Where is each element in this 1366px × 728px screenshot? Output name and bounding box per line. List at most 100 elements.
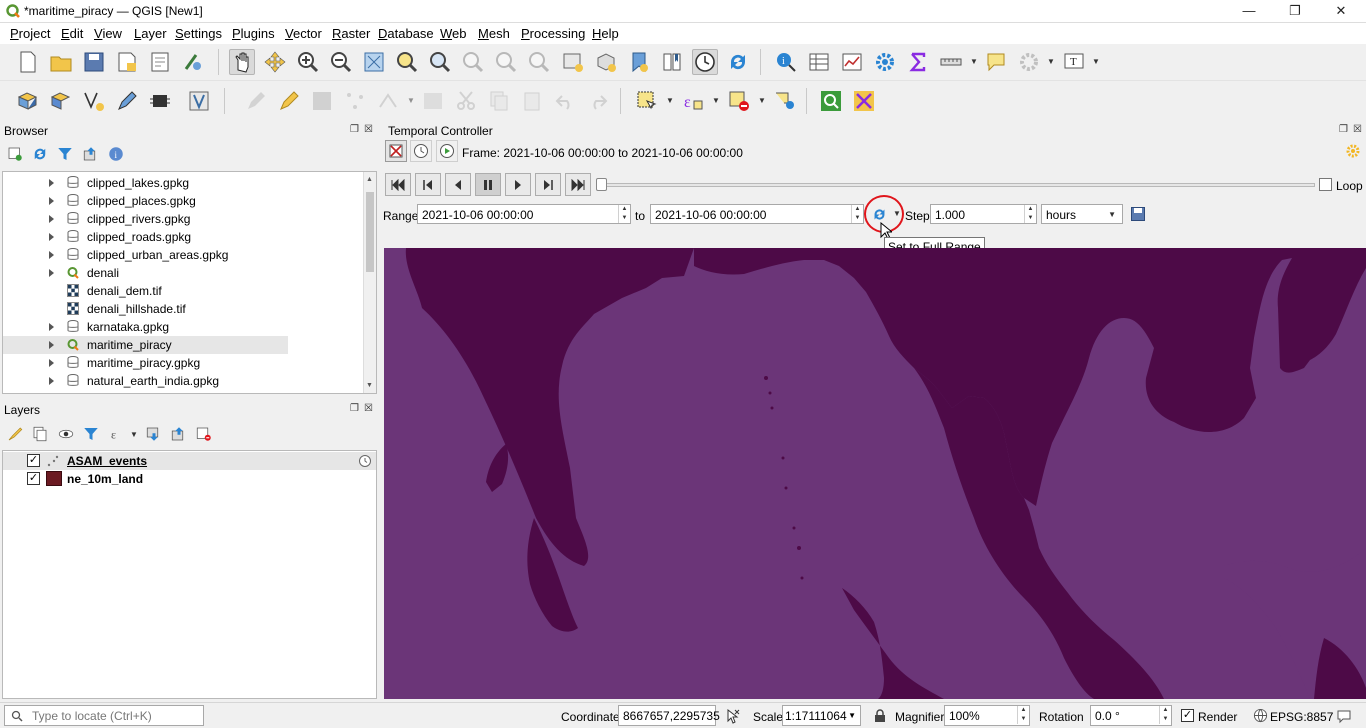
- paste-features-icon[interactable]: [519, 88, 545, 114]
- magnifier-input[interactable]: 100% ▲ ▼: [944, 705, 1030, 726]
- browser-item[interactable]: clipped_places.gpkg: [3, 192, 363, 210]
- zoom-to-selection-icon[interactable]: [394, 49, 420, 75]
- browser-item[interactable]: denali_hillshade.tif: [3, 300, 363, 318]
- text-annotation-icon[interactable]: T: [1061, 49, 1087, 75]
- new-map-view-icon[interactable]: [560, 49, 586, 75]
- print-layout-icon[interactable]: [147, 49, 173, 75]
- menu-mesh[interactable]: Mesh: [478, 26, 510, 41]
- layers-undock-icon[interactable]: ❐: [350, 403, 359, 414]
- range-start-input[interactable]: 2021-10-06 00:00:00 ▲ ▼: [417, 204, 631, 224]
- menu-plugins[interactable]: Plugins: [232, 26, 275, 41]
- statistical-summary-icon[interactable]: [839, 49, 865, 75]
- next-frame-button[interactable]: [535, 173, 561, 196]
- processing-toolbox-icon[interactable]: [818, 88, 844, 114]
- browser-refresh-icon[interactable]: [29, 143, 51, 165]
- menu-layer[interactable]: Layer: [134, 26, 167, 41]
- map-canvas[interactable]: [384, 248, 1366, 699]
- minimize-button[interactable]: —: [1226, 0, 1272, 23]
- collapse-all-icon[interactable]: [80, 143, 102, 165]
- zoom-last-icon[interactable]: [493, 49, 519, 75]
- scale-input[interactable]: 1:17111064 ▼: [782, 705, 861, 726]
- map-tips-icon[interactable]: [983, 49, 1009, 75]
- select-by-location-icon[interactable]: [772, 88, 798, 114]
- crs-globe-icon[interactable]: [1253, 708, 1268, 723]
- zoom-in-icon[interactable]: [295, 49, 321, 75]
- expand-arrow-icon[interactable]: [49, 269, 54, 277]
- mouse-coordinate-toggle-icon[interactable]: [725, 708, 741, 724]
- add-feature-icon[interactable]: [342, 88, 368, 114]
- plugin-tools-icon[interactable]: [851, 88, 877, 114]
- play-backward-button[interactable]: [445, 173, 471, 196]
- expand-arrow-icon[interactable]: [49, 215, 54, 223]
- play-forward-button[interactable]: [505, 173, 531, 196]
- zoom-out-icon[interactable]: [328, 49, 354, 75]
- layer-row-ne-10m-land[interactable]: ✓ ne_10m_land: [3, 470, 376, 488]
- browser-item[interactable]: karnataka.gpkg: [3, 318, 363, 336]
- new-project-icon[interactable]: [15, 49, 41, 75]
- temporal-layer-clock-icon[interactable]: [358, 454, 372, 468]
- skip-to-start-button[interactable]: [385, 173, 411, 196]
- maximize-button[interactable]: ❐: [1272, 0, 1318, 23]
- modify-attributes-icon[interactable]: [420, 88, 446, 114]
- show-bookmarks-icon[interactable]: [659, 49, 685, 75]
- navigation-off-button[interactable]: [385, 140, 407, 162]
- expand-arrow-icon[interactable]: [49, 323, 54, 331]
- properties-info-icon[interactable]: i: [105, 143, 127, 165]
- save-project-icon[interactable]: [81, 49, 107, 75]
- open-project-icon[interactable]: [48, 49, 74, 75]
- add-selected-layers-icon[interactable]: [4, 143, 26, 165]
- sum-icon[interactable]: [905, 49, 931, 75]
- new-3d-view-icon[interactable]: [593, 49, 619, 75]
- temporal-settings-gear-icon[interactable]: [1345, 143, 1361, 159]
- current-edits-icon[interactable]: [243, 88, 269, 114]
- skip-to-end-button[interactable]: [565, 173, 591, 196]
- browser-item[interactable]: maritime_piracy.gpkg: [3, 354, 363, 372]
- select-features-icon[interactable]: [634, 88, 660, 114]
- layer-row-asam-events[interactable]: ✓ ASAM_events: [3, 452, 376, 470]
- menu-help[interactable]: Help: [592, 26, 619, 41]
- zoom-native-icon[interactable]: [460, 49, 486, 75]
- style-manager-icon[interactable]: [180, 49, 206, 75]
- browser-item[interactable]: clipped_urban_areas.gpkg: [3, 246, 363, 264]
- menu-project[interactable]: Project: [10, 26, 50, 41]
- zoom-to-layer-icon[interactable]: [427, 49, 453, 75]
- messages-icon[interactable]: [1336, 708, 1352, 724]
- menu-settings[interactable]: Settings: [175, 26, 222, 41]
- step-input[interactable]: 1.000 ▲ ▼: [930, 204, 1037, 224]
- save-as-icon[interactable]: [114, 49, 140, 75]
- timeline-slider-handle[interactable]: [596, 178, 607, 191]
- copy-features-icon[interactable]: [486, 88, 512, 114]
- manage-themes-icon[interactable]: [55, 423, 77, 445]
- close-button[interactable]: ✕: [1318, 0, 1364, 23]
- browser-scrollbar[interactable]: ▲ ▼: [363, 172, 376, 393]
- fixed-range-button[interactable]: [410, 140, 432, 162]
- timeline-slider[interactable]: [601, 183, 1315, 187]
- new-geopackage-icon[interactable]: [48, 88, 74, 114]
- settings-gear-icon[interactable]: [872, 49, 898, 75]
- expand-arrow-icon[interactable]: [49, 179, 54, 187]
- pan-to-selection-icon[interactable]: [262, 49, 288, 75]
- redo-icon[interactable]: [585, 88, 611, 114]
- refresh-icon[interactable]: [725, 49, 751, 75]
- expand-arrow-icon[interactable]: [49, 251, 54, 259]
- save-edits-icon[interactable]: [309, 88, 335, 114]
- identify-features-icon[interactable]: i: [773, 49, 799, 75]
- zoom-full-icon[interactable]: [361, 49, 387, 75]
- menu-web[interactable]: Web: [440, 26, 467, 41]
- annotation-gear-icon[interactable]: [1016, 49, 1042, 75]
- browser-close-icon[interactable]: ☒: [364, 124, 373, 135]
- layers-filter-icon[interactable]: [80, 423, 102, 445]
- coordinate-input[interactable]: 8667657,2295735: [618, 705, 720, 726]
- filter-by-expression-icon[interactable]: ε: [106, 423, 128, 445]
- step-unit-select[interactable]: hours ▼: [1041, 204, 1123, 224]
- gps-icon[interactable]: [147, 88, 173, 114]
- menu-database[interactable]: Database: [378, 26, 434, 41]
- browser-item[interactable]: clipped_roads.gpkg: [3, 228, 363, 246]
- select-by-expression-icon[interactable]: ε: [680, 88, 706, 114]
- browser-item[interactable]: denali_dem.tif: [3, 282, 363, 300]
- temporal-controller-icon[interactable]: [692, 49, 718, 75]
- browser-item[interactable]: natural_earth_india.gpkg: [3, 372, 363, 390]
- collapse-layers-icon[interactable]: [168, 423, 190, 445]
- expand-all-icon[interactable]: [143, 423, 165, 445]
- animated-navigation-button[interactable]: [436, 140, 458, 162]
